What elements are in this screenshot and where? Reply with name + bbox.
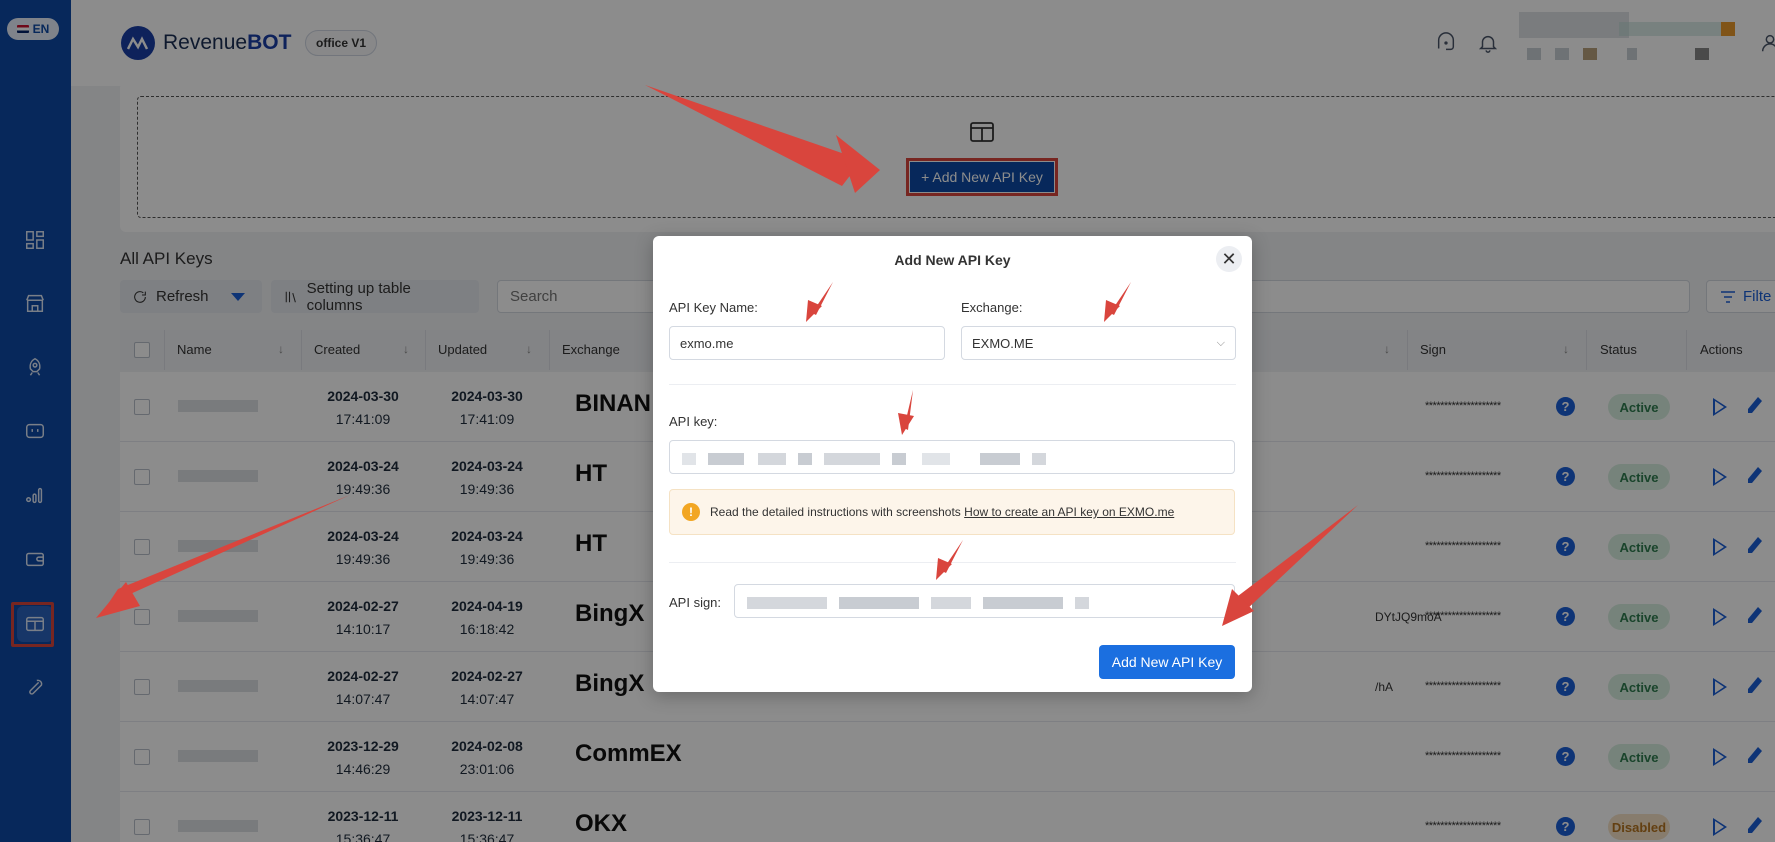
divider <box>669 384 1236 385</box>
instructions-text: Read the detailed instructions with scre… <box>710 505 1175 519</box>
api-key-input[interactable] <box>669 440 1235 474</box>
instructions-link[interactable]: How to create an API key on EXMO.me <box>964 505 1174 519</box>
exchange-select[interactable]: EXMO.ME ⌵ <box>961 326 1236 360</box>
add-api-key-modal: Add New API Key ✕ API Key Name: Exchange… <box>653 236 1252 692</box>
instructions-alert: ! Read the detailed instructions with sc… <box>669 489 1235 535</box>
exchange-selected-value: EXMO.ME <box>972 335 1034 351</box>
exchange-label: Exchange: <box>961 300 1023 315</box>
chevron-down-icon: ⌵ <box>1216 336 1225 349</box>
divider <box>669 562 1236 563</box>
api-key-name-label: API Key Name: <box>669 300 758 315</box>
api-key-name-input[interactable] <box>669 326 945 360</box>
api-sign-input[interactable] <box>734 584 1235 618</box>
close-icon[interactable]: ✕ <box>1216 246 1242 272</box>
warning-icon: ! <box>682 503 700 521</box>
modal-title: Add New API Key <box>894 252 1011 268</box>
api-sign-label: API sign: <box>669 595 722 610</box>
api-key-label: API key: <box>669 414 718 429</box>
submit-add-api-key-button[interactable]: Add New API Key <box>1099 645 1235 679</box>
